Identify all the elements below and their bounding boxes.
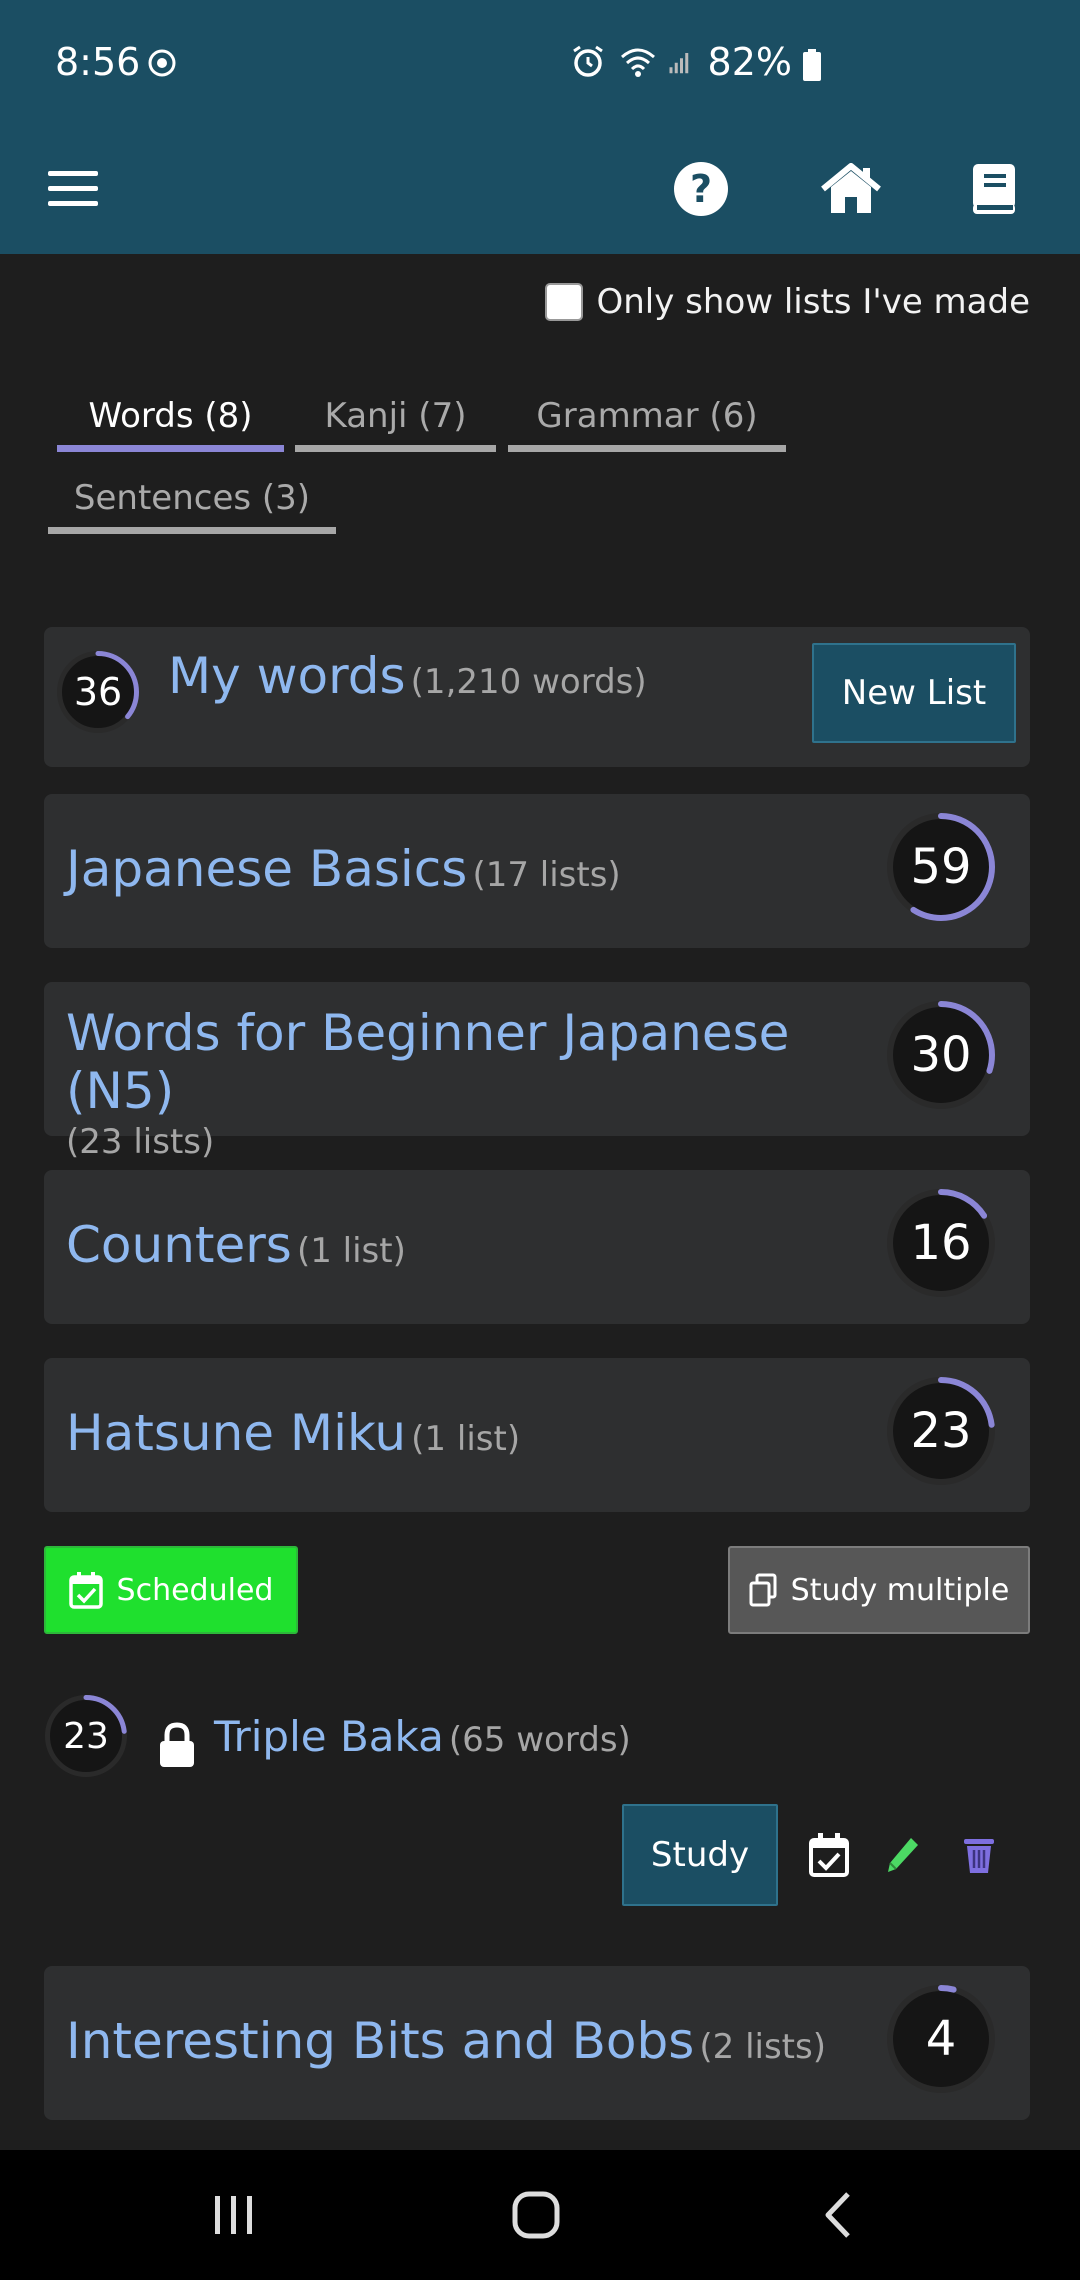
tab-sentences[interactable]: Sentences (3)	[48, 478, 336, 534]
menu-button[interactable]	[40, 156, 106, 222]
main-content: Only show lists I've made Words (8) Kanj…	[0, 254, 1080, 2150]
status-bar: 8:56 82%	[0, 0, 1080, 128]
scheduled-button[interactable]: Scheduled	[44, 1546, 298, 1634]
group-count: (2 lists)	[699, 2027, 826, 2067]
battery-icon	[802, 46, 822, 81]
signal-icon	[669, 53, 688, 74]
study-multiple-button[interactable]: Study multiple	[728, 1546, 1030, 1634]
group-progress-ring: 59	[886, 812, 996, 922]
list-score: 23	[63, 1715, 109, 1757]
tab-grammar-label: Grammar (6)	[536, 396, 758, 436]
sync-icon	[148, 49, 176, 77]
group-progress-ring: 4	[886, 1984, 996, 2094]
battery-percent: 82%	[707, 40, 792, 84]
group-score: 16	[910, 1215, 972, 1271]
list-item-title-row: Triple Baka (65 words)	[214, 1712, 631, 1761]
home-nav-button[interactable]	[496, 2180, 576, 2250]
group-title[interactable]: Words for Beginner Japanese (N5)	[66, 1004, 886, 1120]
copy-icon	[749, 1573, 777, 1607]
group-title[interactable]: Japanese Basics	[66, 840, 467, 898]
my-words-count: (1,210 words)	[410, 662, 647, 702]
status-right: 82%	[568, 40, 822, 84]
only-mine-filter[interactable]: Only show lists I've made	[544, 282, 1031, 322]
book-button[interactable]	[962, 156, 1028, 222]
status-time: 8:56	[55, 40, 141, 84]
app-bar: ?	[0, 128, 1080, 254]
group-count: (1 list)	[411, 1419, 521, 1459]
back-icon	[825, 2192, 850, 2238]
group-title[interactable]: Interesting Bits and Bobs	[66, 2012, 694, 2070]
home-icon	[821, 163, 881, 213]
recent-apps-icon	[215, 2196, 252, 2234]
home-nav-icon	[512, 2191, 560, 2239]
group-card-beginner-n5[interactable]: Words for Beginner Japanese (N5) (23 lis…	[44, 982, 1030, 1162]
back-nav-button[interactable]	[798, 2180, 878, 2250]
list-count: (65 words)	[448, 1720, 631, 1760]
wifi-icon	[620, 48, 655, 77]
list-title[interactable]: Triple Baka	[214, 1712, 444, 1761]
study-button[interactable]: Study	[622, 1804, 778, 1906]
system-nav-bar	[0, 2150, 1080, 2280]
group-score: 23	[910, 1403, 972, 1459]
alarm-icon	[572, 45, 603, 77]
tab-kanji-label: Kanji (7)	[324, 396, 467, 436]
delete-list-button[interactable]	[956, 1832, 1002, 1878]
my-words-score: 36	[73, 670, 123, 714]
tab-sentences-label: Sentences (3)	[73, 478, 311, 518]
help-button[interactable]: ?	[668, 156, 734, 222]
schedule-list-button[interactable]	[806, 1832, 852, 1878]
new-list-button[interactable]: New List	[812, 643, 1016, 743]
my-words-title[interactable]: My words	[168, 647, 406, 705]
menu-icon	[48, 171, 98, 206]
group-card-japanese-basics[interactable]: Japanese Basics (17 lists) 59	[44, 794, 1030, 948]
recent-apps-button[interactable]	[194, 2180, 274, 2250]
my-words-card[interactable]: 36 My words (1,210 words) New List	[44, 627, 1030, 767]
group-progress-ring: 30	[886, 1000, 996, 1110]
scheduled-label: Scheduled	[116, 1572, 274, 1608]
group-title[interactable]: Hatsune Miku	[66, 1404, 406, 1462]
help-icon: ?	[674, 162, 728, 216]
edit-list-button[interactable]	[880, 1832, 926, 1878]
only-mine-checkbox[interactable]	[544, 283, 583, 321]
tab-kanji[interactable]: Kanji (7)	[295, 396, 496, 452]
lock-icon	[160, 1722, 194, 1767]
group-card-counters[interactable]: Counters (1 list) 16	[44, 1170, 1030, 1324]
my-words-progress-ring: 36	[56, 650, 140, 734]
group-title[interactable]: Counters	[66, 1216, 292, 1274]
group-score: 59	[910, 839, 972, 895]
pencil-icon	[888, 1838, 918, 1872]
group-score: 4	[925, 2011, 957, 2067]
group-card-hatsune-miku[interactable]: Hatsune Miku (1 list) 23	[44, 1358, 1030, 1512]
trash-icon	[964, 1839, 994, 1873]
tab-words[interactable]: Words (8)	[57, 396, 284, 452]
tab-grammar[interactable]: Grammar (6)	[508, 396, 786, 452]
group-count: (17 lists)	[472, 855, 621, 895]
calendar-check-icon	[809, 1833, 849, 1877]
group-count: (1 list)	[296, 1231, 406, 1271]
only-mine-label: Only show lists I've made	[596, 282, 1031, 322]
group-count: (23 lists)	[66, 1122, 215, 1162]
book-icon	[973, 164, 1015, 214]
group-card-bits-and-bobs[interactable]: Interesting Bits and Bobs (2 lists) 4	[44, 1966, 1030, 2120]
calendar-check-icon	[68, 1572, 103, 1609]
group-progress-ring: 16	[886, 1188, 996, 1298]
list-progress-ring: 23	[44, 1694, 128, 1778]
group-score: 30	[910, 1027, 972, 1083]
home-button[interactable]	[818, 156, 884, 222]
tab-words-label: Words (8)	[88, 396, 253, 436]
svg-text:?: ?	[690, 167, 712, 211]
group-progress-ring: 23	[886, 1376, 996, 1486]
study-multiple-label: Study multiple	[790, 1572, 1010, 1608]
